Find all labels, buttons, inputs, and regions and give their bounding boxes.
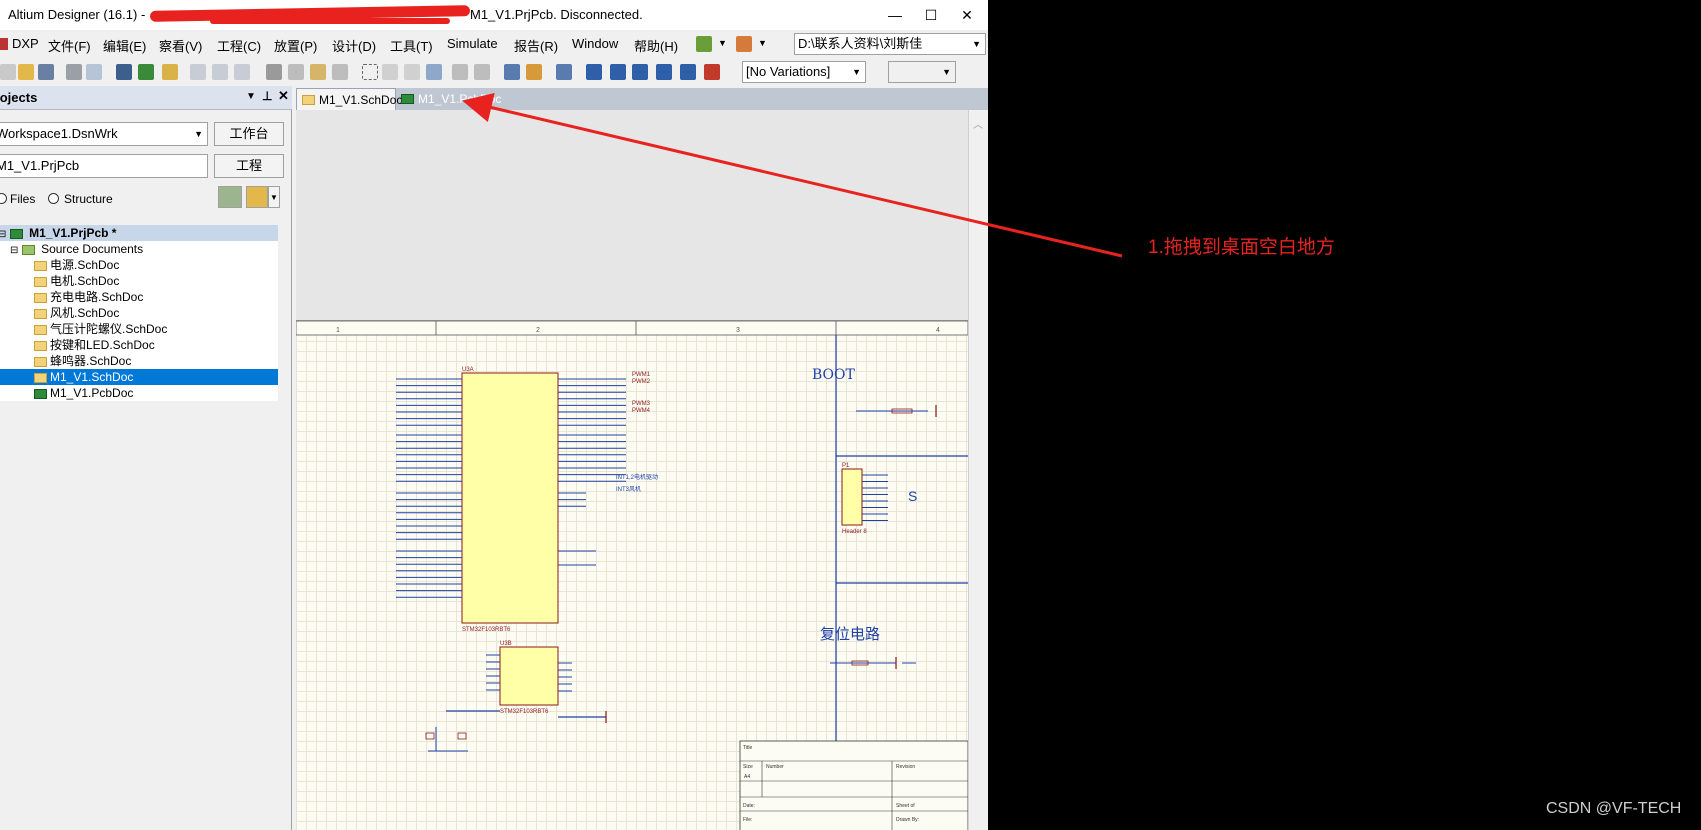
watermark: CSDN @VF-TECH bbox=[1546, 800, 1682, 817]
annotation-arrow bbox=[462, 92, 1123, 258]
arrow-line bbox=[462, 92, 1123, 258]
annotation-text: 1.拖拽到桌面空白地方 bbox=[1148, 237, 1335, 258]
